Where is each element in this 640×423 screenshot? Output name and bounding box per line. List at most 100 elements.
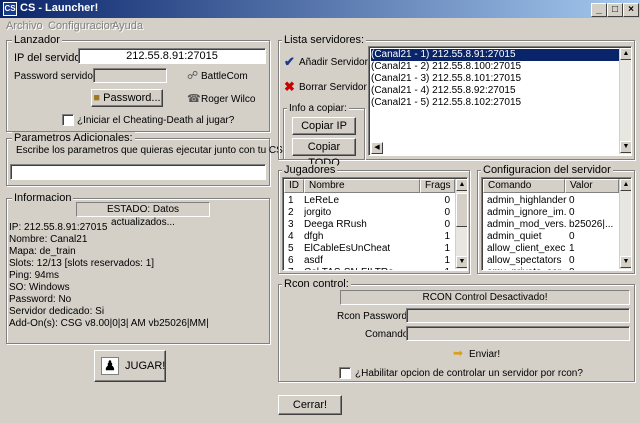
ip-input[interactable]: 212.55.8.91:27015 bbox=[78, 48, 266, 64]
player-frags: 1 bbox=[444, 243, 450, 254]
player-frags: 0 bbox=[444, 195, 450, 206]
config-scrollbar[interactable]: ▲ ▼ bbox=[619, 179, 631, 269]
rcon-enable-checkbox[interactable] bbox=[339, 367, 351, 379]
play-button[interactable]: ♟ JUGAR! bbox=[94, 350, 166, 382]
server-list-scrollbar[interactable]: ▲ ▼ bbox=[619, 48, 631, 154]
params-input[interactable] bbox=[10, 164, 266, 180]
cheat-death-label: ¿Iniciar el Cheating-Death al jugar? bbox=[77, 115, 235, 126]
scroll-thumb[interactable] bbox=[456, 193, 467, 227]
config-command: admin_highlander bbox=[487, 195, 567, 206]
config-rows: admin_highlander 0 admin_ignore_im... 0 admi… bbox=[487, 195, 619, 270]
players-table[interactable]: ID Nombre Frags 1 LeReLe 0 2 jorgito 0 3 Deega … bbox=[282, 177, 468, 271]
close-window-button[interactable]: × bbox=[623, 3, 639, 17]
server-item[interactable]: (Canal21 - 3) 212.55.8.101:27015 bbox=[371, 73, 619, 85]
col-id[interactable]: ID bbox=[284, 179, 304, 193]
col-name[interactable]: Nombre bbox=[304, 179, 420, 193]
player-row[interactable]: 1 LeReLe 0 bbox=[288, 195, 450, 207]
rcon-password-input[interactable] bbox=[406, 308, 630, 323]
cs-player-icon: ♟ bbox=[101, 357, 119, 375]
delete-icon: ✖ bbox=[284, 79, 295, 94]
player-name: ElCableEsUnCheat bbox=[304, 243, 391, 254]
menu-archivo[interactable]: Archivo bbox=[6, 20, 43, 32]
config-value: 0 bbox=[569, 207, 575, 218]
server-item[interactable]: (Canal21 - 1) 212.55.8.91:27015 bbox=[371, 49, 619, 61]
player-frags: 1 bbox=[414, 267, 450, 270]
password-input[interactable] bbox=[93, 68, 167, 83]
col-frags[interactable]: Frags bbox=[420, 179, 455, 193]
player-id: 4 bbox=[288, 231, 294, 242]
play-button-label: JUGAR! bbox=[125, 360, 166, 372]
config-row[interactable]: admin_quiet 0 bbox=[487, 231, 619, 243]
scroll-left-icon[interactable]: ◀ bbox=[371, 142, 383, 154]
players-rows: 1 LeReLe 0 2 jorgito 0 3 Deega RRush 0 4 dfgh 1 5 ElC… bbox=[288, 195, 450, 270]
rcon-command-label: Comando: bbox=[365, 329, 412, 340]
server-item[interactable]: (Canal21 - 5) 212.55.8.102:27015 bbox=[371, 97, 619, 109]
add-server-button[interactable]: Añadir Servidor bbox=[299, 57, 368, 68]
scroll-down-icon[interactable]: ▼ bbox=[456, 256, 467, 268]
scroll-down-icon[interactable]: ▼ bbox=[620, 141, 631, 153]
scroll-up-icon[interactable]: ▲ bbox=[620, 48, 631, 60]
config-row[interactable]: admin_mod_vers... b25026|... bbox=[487, 219, 619, 231]
player-row[interactable]: 2 jorgito 0 bbox=[288, 207, 450, 219]
server-item[interactable]: (Canal21 - 4) 212.55.8.92:27015 bbox=[371, 85, 619, 97]
minimize-button[interactable]: _ bbox=[591, 3, 607, 17]
scroll-up-icon[interactable]: ▲ bbox=[456, 179, 467, 191]
password-label: Password servidor bbox=[14, 71, 97, 82]
player-frags: 0 bbox=[444, 219, 450, 230]
scroll-up-icon[interactable]: ▲ bbox=[620, 179, 631, 191]
remove-server-button[interactable]: Borrar Servidor bbox=[299, 82, 367, 93]
player-frags: 0 bbox=[444, 207, 450, 218]
player-row[interactable]: 6 asdf 1 bbox=[288, 255, 450, 267]
player-name: jorgito bbox=[304, 207, 332, 218]
password-button-label: Password... bbox=[103, 92, 161, 104]
config-row[interactable]: admin_ignore_im... 0 bbox=[487, 207, 619, 219]
config-value: 0 bbox=[569, 255, 575, 266]
config-command: allow_spectators bbox=[487, 255, 562, 266]
rogerwilco-label[interactable]: Roger Wilco bbox=[201, 94, 255, 105]
config-command: admin_mod_vers... bbox=[487, 219, 567, 230]
config-row[interactable]: amv_private_ser...0 bbox=[487, 267, 619, 270]
menu-configuracion[interactable]: Configuracion bbox=[48, 20, 116, 32]
player-row[interactable]: 4 dfgh 1 bbox=[288, 231, 450, 243]
config-value: 1 bbox=[569, 243, 575, 254]
send-button[interactable]: Enviar! bbox=[469, 349, 500, 360]
close-button[interactable]: Cerrar! bbox=[278, 395, 342, 415]
player-name: asdf bbox=[304, 255, 323, 266]
copy-all-button[interactable]: Copiar TODO bbox=[292, 138, 356, 169]
player-id: 1 bbox=[288, 195, 294, 206]
password-button[interactable]: ■ Password... bbox=[91, 89, 163, 107]
battlecom-label[interactable]: BattleCom bbox=[201, 71, 248, 82]
rcon-command-input[interactable] bbox=[406, 326, 630, 341]
copy-ip-button[interactable]: Copiar IP bbox=[292, 117, 356, 135]
config-table[interactable]: Comando Valor admin_highlander 0 admin_ign… bbox=[481, 177, 632, 271]
rcon-password-label: Rcon Password: bbox=[337, 311, 410, 322]
config-value: b25026|... bbox=[569, 219, 614, 230]
player-name: LeReLe bbox=[304, 195, 340, 206]
player-row[interactable]: 7Cel.TAS-SN-FILTRo1 bbox=[288, 267, 450, 270]
window-title: CS - Launcher! bbox=[20, 2, 99, 14]
info-addons: Add-On(s): CSG v8.00|0|3| AM vb25026|MM| bbox=[9, 318, 209, 329]
player-row[interactable]: 3 Deega RRush 0 bbox=[288, 219, 450, 231]
player-name: Deega RRush bbox=[304, 219, 367, 230]
player-name: Cel.TAS-SN-FILTRo bbox=[304, 267, 414, 270]
info-dedicated: Servidor dedicado: Si bbox=[9, 306, 105, 317]
server-list[interactable]: (Canal21 - 1) 212.55.8.91:27015 (Canal21… bbox=[368, 46, 632, 156]
col-value[interactable]: Valor bbox=[565, 179, 619, 193]
scroll-down-icon[interactable]: ▼ bbox=[620, 256, 631, 268]
config-row[interactable]: allow_spectators 0 bbox=[487, 255, 619, 267]
info-ping: Ping: 94ms bbox=[9, 270, 60, 281]
menu-ayuda[interactable]: Ayuda bbox=[112, 20, 143, 32]
cheat-death-checkbox[interactable] bbox=[62, 114, 74, 126]
config-row[interactable]: admin_highlander 0 bbox=[487, 195, 619, 207]
info-password: Password: No bbox=[9, 294, 72, 305]
col-command[interactable]: Comando bbox=[483, 179, 565, 193]
player-frags: 1 bbox=[444, 255, 450, 266]
players-scrollbar[interactable]: ▲ ▼ bbox=[455, 179, 467, 269]
config-command: admin_quiet bbox=[487, 231, 542, 242]
player-row[interactable]: 5 ElCableEsUnCheat 1 bbox=[288, 243, 450, 255]
server-item[interactable]: (Canal21 - 2) 212.55.8.100:27015 bbox=[371, 61, 619, 73]
maximize-button[interactable]: □ bbox=[607, 3, 623, 17]
copy-label: Info a copiar: bbox=[287, 103, 349, 114]
config-row[interactable]: allow_client_exec 1 bbox=[487, 243, 619, 255]
title-bar[interactable]: CS CS - Launcher! _ □ × bbox=[0, 0, 640, 18]
